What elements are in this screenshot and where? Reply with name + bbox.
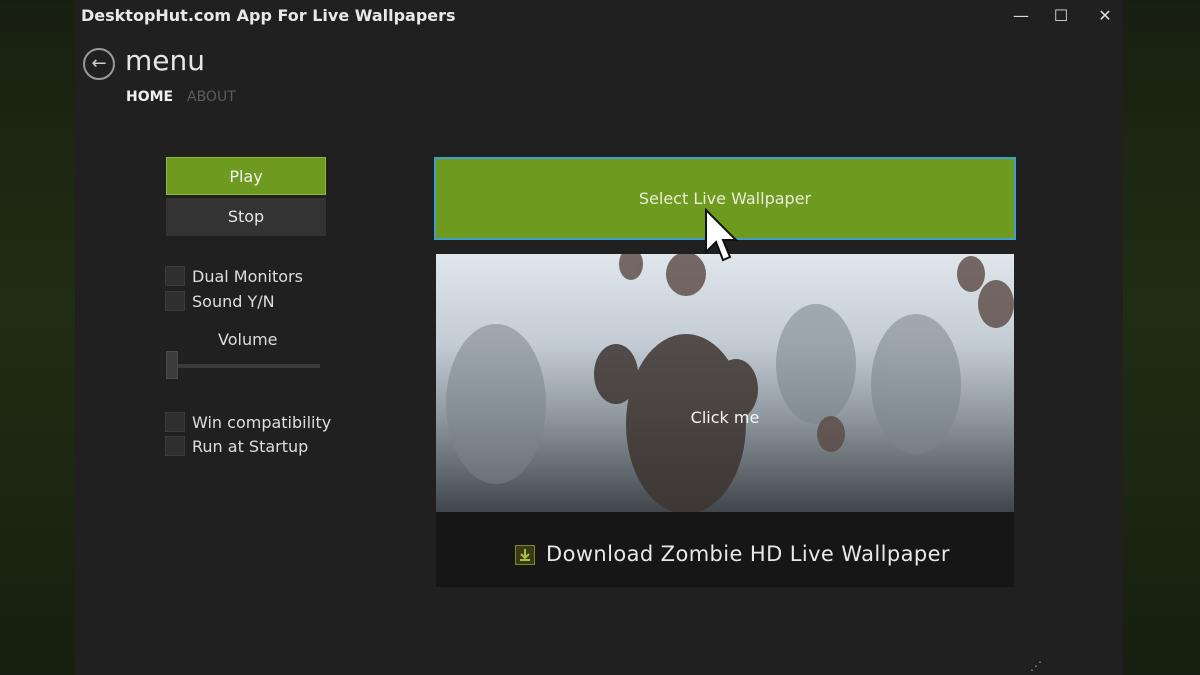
volume-slider-track[interactable] xyxy=(166,364,320,368)
mouse-cursor-icon xyxy=(705,208,738,262)
win-compatibility-label: Win compatibility xyxy=(192,412,332,432)
sound-label: Sound Y/N xyxy=(192,291,275,311)
dual-monitors-label: Dual Monitors xyxy=(192,266,303,286)
volume-label: Volume xyxy=(218,330,278,349)
sound-checkbox[interactable] xyxy=(165,291,185,311)
background-glow-left xyxy=(0,0,80,675)
win-compatibility-option[interactable]: Win compatibility xyxy=(165,412,331,432)
download-wallpaper-link[interactable]: Download Zombie HD Live Wallpaper xyxy=(436,512,1014,587)
win-compatibility-checkbox[interactable] xyxy=(165,412,185,432)
play-button[interactable]: Play xyxy=(166,157,326,195)
download-icon xyxy=(515,545,535,565)
page-title: menu xyxy=(125,44,205,77)
tab-home[interactable]: HOME xyxy=(126,89,173,105)
click-me-label: Click me xyxy=(690,408,760,427)
zombie-preview-image xyxy=(446,254,1014,512)
sound-option[interactable]: Sound Y/N xyxy=(165,291,275,311)
background-glow-right xyxy=(1120,0,1200,675)
minimize-button[interactable]: — xyxy=(1001,4,1041,28)
close-button[interactable]: ✕ xyxy=(1085,4,1125,28)
back-arrow-icon: ← xyxy=(91,53,107,74)
back-button[interactable]: ← xyxy=(83,48,115,80)
maximize-button[interactable]: ☐ xyxy=(1041,4,1081,28)
download-label: Download Zombie HD Live Wallpaper xyxy=(546,542,950,566)
run-at-startup-checkbox[interactable] xyxy=(165,436,185,456)
tab-about[interactable]: ABOUT xyxy=(187,89,236,105)
run-at-startup-option[interactable]: Run at Startup xyxy=(165,436,308,456)
window-title: DesktopHut.com App For Live Wallpapers xyxy=(81,6,456,25)
app-window: DesktopHut.com App For Live Wallpapers —… xyxy=(75,0,1123,675)
dual-monitors-option[interactable]: Dual Monitors xyxy=(165,266,303,286)
wallpaper-preview[interactable]: Click me xyxy=(436,254,1014,512)
resize-grip[interactable]: ⋰ xyxy=(1030,659,1042,673)
run-at-startup-label: Run at Startup xyxy=(192,436,309,456)
stop-button[interactable]: Stop xyxy=(166,198,326,236)
dual-monitors-checkbox[interactable] xyxy=(165,266,185,286)
volume-slider-thumb[interactable] xyxy=(166,351,178,379)
